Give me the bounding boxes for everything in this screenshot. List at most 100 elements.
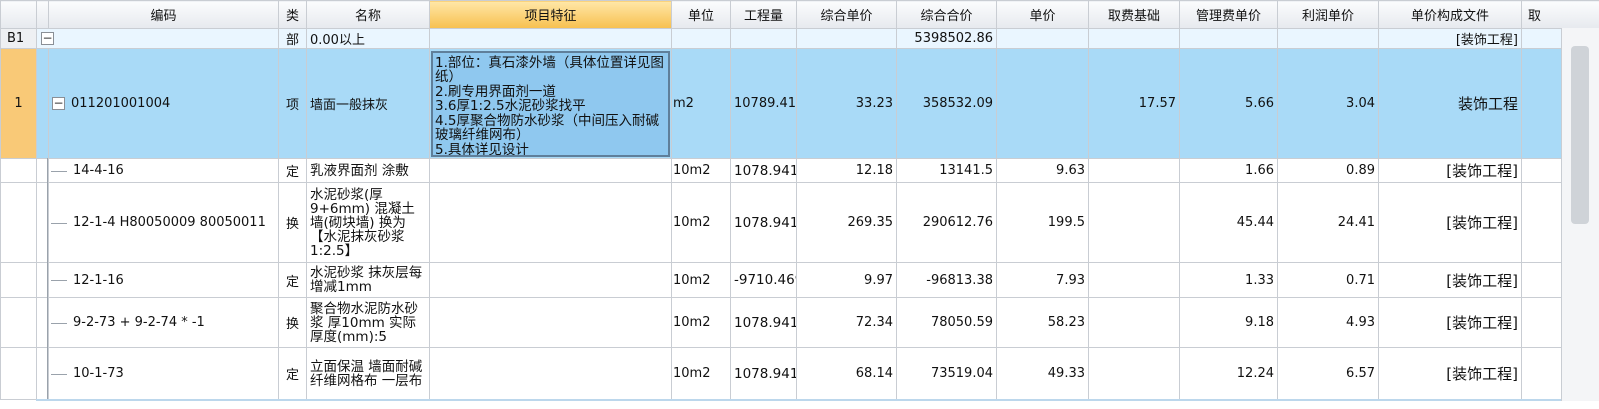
file-cell[interactable]: [装饰工程] bbox=[1378, 182, 1522, 263]
feature-cell[interactable] bbox=[429, 297, 672, 348]
unit-cell[interactable]: 10m2 bbox=[671, 347, 731, 400]
mgmt-cell[interactable]: 45.44 bbox=[1179, 182, 1278, 263]
unit-cell[interactable]: 10m2 bbox=[671, 297, 731, 348]
col-header-price[interactable]: 单价 bbox=[996, 0, 1089, 29]
price-cell[interactable]: 7.93 bbox=[996, 262, 1089, 298]
col-header-feature[interactable]: 项目特征 bbox=[429, 0, 672, 29]
sub-item-row[interactable]: 12-1-16 定 水泥砂浆 抹灰层每增减1mm 10m2 -9710.469 … bbox=[0, 262, 1599, 298]
file-cell[interactable]: [装饰工程] bbox=[1378, 158, 1522, 183]
type-cell[interactable]: 部 bbox=[278, 28, 307, 49]
unit-cell[interactable] bbox=[671, 28, 731, 49]
row-number[interactable] bbox=[0, 182, 37, 263]
feature-cell[interactable] bbox=[429, 182, 672, 263]
mgmt-cell[interactable]: 1.33 bbox=[1179, 262, 1278, 298]
col-header-comp-price[interactable]: 综合单价 bbox=[796, 0, 897, 29]
qty-cell[interactable]: 1078.941 bbox=[730, 158, 797, 183]
code-cell[interactable]: − 011201001004 bbox=[48, 48, 279, 159]
comp-price-cell[interactable]: 269.35 bbox=[796, 182, 897, 263]
col-header-fee-base[interactable]: 取费基础 bbox=[1088, 0, 1180, 29]
qty-cell[interactable]: 1078.941 bbox=[730, 182, 797, 263]
type-cell[interactable]: 项 bbox=[278, 48, 307, 159]
qty-cell[interactable]: 1078.941 bbox=[730, 347, 797, 400]
comp-price-cell[interactable]: 12.18 bbox=[796, 158, 897, 183]
fee-base-cell[interactable] bbox=[1088, 347, 1180, 400]
unit-cell[interactable]: 10m2 bbox=[671, 182, 731, 263]
comp-total-cell[interactable]: 290612.76 bbox=[896, 182, 997, 263]
name-cell[interactable]: 水泥砂浆(厚9+6mm) 混凝土墙(砌块墙) 换为【水泥抹灰砂浆 1:2.5】 bbox=[306, 182, 430, 263]
profit-cell[interactable]: 3.04 bbox=[1277, 48, 1379, 159]
type-cell[interactable]: 换 bbox=[278, 297, 307, 348]
comp-total-cell[interactable]: 78050.59 bbox=[896, 297, 997, 348]
row-number[interactable]: 1 bbox=[0, 48, 37, 159]
comp-total-cell[interactable]: 73519.04 bbox=[896, 347, 997, 400]
col-header-file[interactable]: 单价构成文件 bbox=[1378, 0, 1522, 29]
file-cell[interactable]: [装饰工程] bbox=[1378, 347, 1522, 400]
sub-item-row[interactable]: 14-4-16 定 乳液界面剂 涂敷 10m2 1078.941 12.18 1… bbox=[0, 158, 1599, 183]
feature-cell[interactable] bbox=[429, 158, 672, 183]
mgmt-cell[interactable] bbox=[1179, 28, 1278, 49]
col-header-name[interactable]: 名称 bbox=[306, 0, 430, 29]
unit-cell[interactable]: 10m2 bbox=[671, 262, 731, 298]
col-header-qty[interactable]: 工程量 bbox=[730, 0, 797, 29]
comp-total-cell[interactable]: -96813.38 bbox=[896, 262, 997, 298]
col-header-comp-total[interactable]: 综合合价 bbox=[896, 0, 997, 29]
sub-item-row[interactable]: 10-1-73 定 立面保温 墙面耐碱纤维网格布 一层布 10m2 1078.9… bbox=[0, 347, 1599, 400]
name-cell[interactable]: 水泥砂浆 抹灰层每增减1mm bbox=[306, 262, 430, 298]
feature-editor[interactable]: 1.部位：真石漆外墙（具体位置详见图纸） 2.刷专用界面剂一道 3.6厚1:2.… bbox=[431, 50, 670, 157]
unit-cell[interactable]: m2 bbox=[671, 48, 731, 159]
collapse-minus-icon[interactable]: − bbox=[52, 97, 65, 110]
profit-cell[interactable]: 0.71 bbox=[1277, 262, 1379, 298]
tree-toggle-cell[interactable]: − bbox=[36, 28, 279, 49]
fee-base-cell[interactable] bbox=[1088, 28, 1180, 49]
section-row[interactable]: B1 − 部 0.00以上 5398502.86 [装饰工程] bbox=[0, 28, 1599, 49]
comp-total-cell[interactable]: 13141.5 bbox=[896, 158, 997, 183]
feature-cell[interactable] bbox=[429, 262, 672, 298]
profit-cell[interactable]: 0.89 bbox=[1277, 158, 1379, 183]
fee-base-cell[interactable] bbox=[1088, 182, 1180, 263]
fee-base-cell[interactable] bbox=[1088, 297, 1180, 348]
price-cell[interactable] bbox=[996, 28, 1089, 49]
comp-price-cell[interactable]: 9.97 bbox=[796, 262, 897, 298]
qty-cell[interactable]: 10789.41 bbox=[730, 48, 797, 159]
code-cell[interactable]: 12-1-16 bbox=[48, 262, 279, 298]
collapse-minus-icon[interactable]: − bbox=[41, 32, 54, 45]
fee-base-cell[interactable] bbox=[1088, 262, 1180, 298]
price-cell[interactable]: 58.23 bbox=[996, 297, 1089, 348]
price-cell[interactable]: 9.63 bbox=[996, 158, 1089, 183]
code-cell[interactable]: 14-4-16 bbox=[48, 158, 279, 183]
qty-cell[interactable]: 1078.941 bbox=[730, 297, 797, 348]
comp-price-cell[interactable] bbox=[796, 28, 897, 49]
mgmt-cell[interactable]: 1.66 bbox=[1179, 158, 1278, 183]
feature-cell[interactable]: 1.部位：真石漆外墙（具体位置详见图纸） 2.刷专用界面剂一道 3.6厚1:2.… bbox=[429, 48, 672, 159]
name-cell[interactable]: 墙面一般抹灰 bbox=[306, 48, 430, 159]
col-header-unit[interactable]: 单位 bbox=[671, 0, 731, 29]
profit-cell[interactable]: 4.93 bbox=[1277, 297, 1379, 348]
col-header-code[interactable]: 编码 bbox=[48, 0, 279, 29]
comp-price-cell[interactable]: 68.14 bbox=[796, 347, 897, 400]
code-cell[interactable]: 10-1-73 bbox=[48, 347, 279, 400]
fee-base-cell[interactable] bbox=[1088, 158, 1180, 183]
file-cell[interactable]: [装饰工程] bbox=[1378, 297, 1522, 348]
file-cell[interactable]: 装饰工程 bbox=[1378, 48, 1522, 159]
comp-price-cell[interactable]: 33.23 bbox=[796, 48, 897, 159]
row-number[interactable]: B1 bbox=[0, 28, 37, 49]
type-cell[interactable]: 定 bbox=[278, 262, 307, 298]
price-cell[interactable]: 49.33 bbox=[996, 347, 1089, 400]
col-header-truncated[interactable]: 取 bbox=[1521, 0, 1599, 29]
qty-cell[interactable] bbox=[730, 28, 797, 49]
col-header-type[interactable]: 类 bbox=[278, 0, 307, 29]
name-cell[interactable]: 0.00以上 bbox=[306, 28, 430, 49]
feature-cell[interactable] bbox=[429, 28, 672, 49]
code-cell[interactable]: 9-2-73 + 9-2-74 * -1 bbox=[48, 297, 279, 348]
row-number[interactable] bbox=[0, 262, 37, 298]
profit-cell[interactable] bbox=[1277, 28, 1379, 49]
row-number[interactable] bbox=[0, 158, 37, 183]
mgmt-cell[interactable]: 5.66 bbox=[1179, 48, 1278, 159]
unit-cell[interactable]: 10m2 bbox=[671, 158, 731, 183]
col-header-mgmt[interactable]: 管理费单价 bbox=[1179, 0, 1278, 29]
name-cell[interactable]: 立面保温 墙面耐碱纤维网格布 一层布 bbox=[306, 347, 430, 400]
col-header-profit[interactable]: 利润单价 bbox=[1277, 0, 1379, 29]
vertical-scrollbar[interactable] bbox=[1561, 28, 1599, 401]
sub-item-row[interactable]: 9-2-73 + 9-2-74 * -1 换 聚合物水泥防水砂浆 厚10mm 实… bbox=[0, 297, 1599, 348]
price-cell[interactable] bbox=[996, 48, 1089, 159]
